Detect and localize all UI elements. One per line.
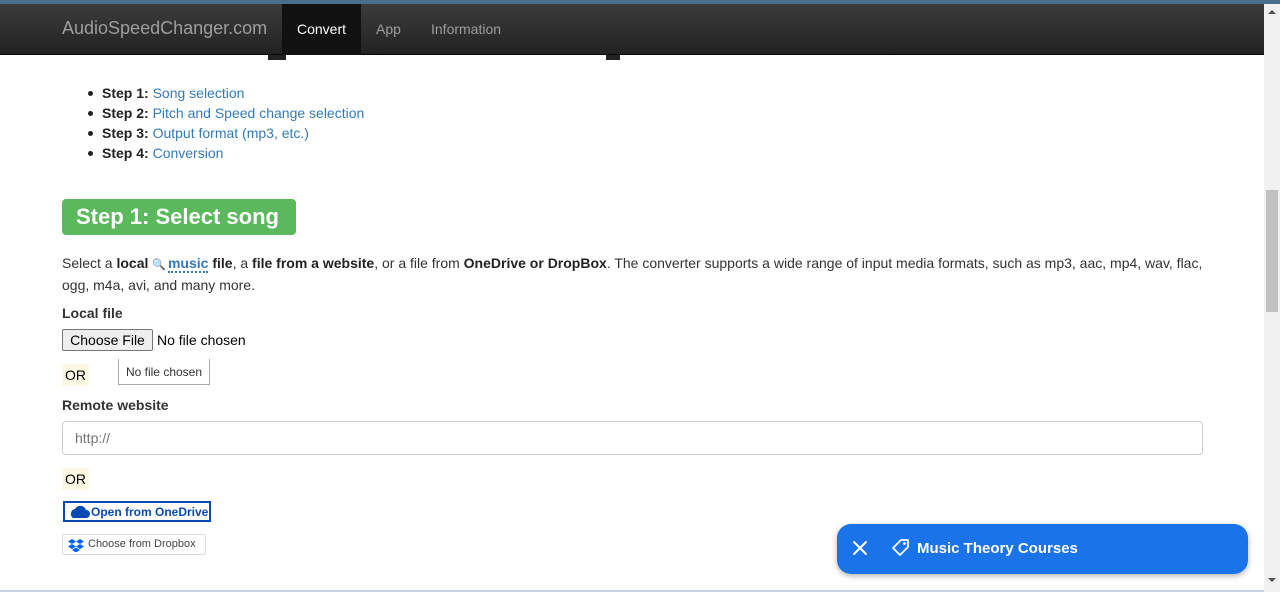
step1-heading: Step 1: Select song xyxy=(62,199,296,235)
music-link[interactable]: music xyxy=(167,255,209,273)
step-link-conversion[interactable]: Conversion xyxy=(153,145,224,161)
no-file-tooltip: No file chosen xyxy=(118,359,210,385)
steps-list: Step 1: Song selection Step 2: Pitch and… xyxy=(87,84,365,164)
choose-file-button[interactable]: Choose File xyxy=(62,329,153,351)
nav-information[interactable]: Information xyxy=(416,4,516,55)
nav-convert[interactable]: Convert xyxy=(282,4,361,55)
or-separator: OR xyxy=(62,468,89,490)
scrollbar-thumb[interactable] xyxy=(1266,190,1278,312)
remote-url-input[interactable] xyxy=(62,421,1203,455)
music-theory-promo[interactable]: Music Theory Courses xyxy=(837,524,1248,574)
step-link-song-selection[interactable]: Song selection xyxy=(153,85,245,101)
cutoff-text-fragment xyxy=(606,55,620,60)
nav-app[interactable]: App xyxy=(361,4,416,55)
step-item: Step 3: Output format (mp3, etc.) xyxy=(87,124,364,144)
scroll-up-arrow-icon[interactable] xyxy=(1264,4,1280,20)
local-file-label: Local file xyxy=(62,305,123,321)
vertical-scrollbar[interactable] xyxy=(1264,4,1280,592)
promo-text[interactable]: Music Theory Courses xyxy=(917,540,1078,557)
step-link-pitch-speed[interactable]: Pitch and Speed change selection xyxy=(153,105,365,121)
step-item: Step 1: Song selection xyxy=(87,84,364,104)
step-item: Step 2: Pitch and Speed change selection xyxy=(87,104,365,124)
brand-logo[interactable]: AudioSpeedChanger.com xyxy=(62,18,267,39)
no-file-status: No file chosen xyxy=(157,332,246,348)
navbar: AudioSpeedChanger.com Convert App Inform… xyxy=(0,4,1264,55)
step-item: Step 4: Conversion xyxy=(87,144,364,164)
search-icon[interactable]: 🔍 xyxy=(152,259,166,271)
choose-from-dropbox-button[interactable]: Choose from Dropbox xyxy=(62,534,206,555)
scroll-down-arrow-icon[interactable] xyxy=(1264,572,1280,588)
dropbox-icon xyxy=(68,539,84,552)
open-from-onedrive-button[interactable]: Open from OneDrive xyxy=(63,501,211,522)
or-separator: OR xyxy=(62,364,89,386)
step-link-output-format[interactable]: Output format (mp3, etc.) xyxy=(153,125,309,141)
tag-icon xyxy=(892,539,909,556)
remote-website-label: Remote website xyxy=(62,397,169,413)
close-icon[interactable] xyxy=(851,539,869,557)
cutoff-text-fragment xyxy=(268,55,286,60)
step1-description: Select a local 🔍 music file, a file from … xyxy=(62,255,1203,293)
onedrive-cloud-icon xyxy=(70,505,90,518)
